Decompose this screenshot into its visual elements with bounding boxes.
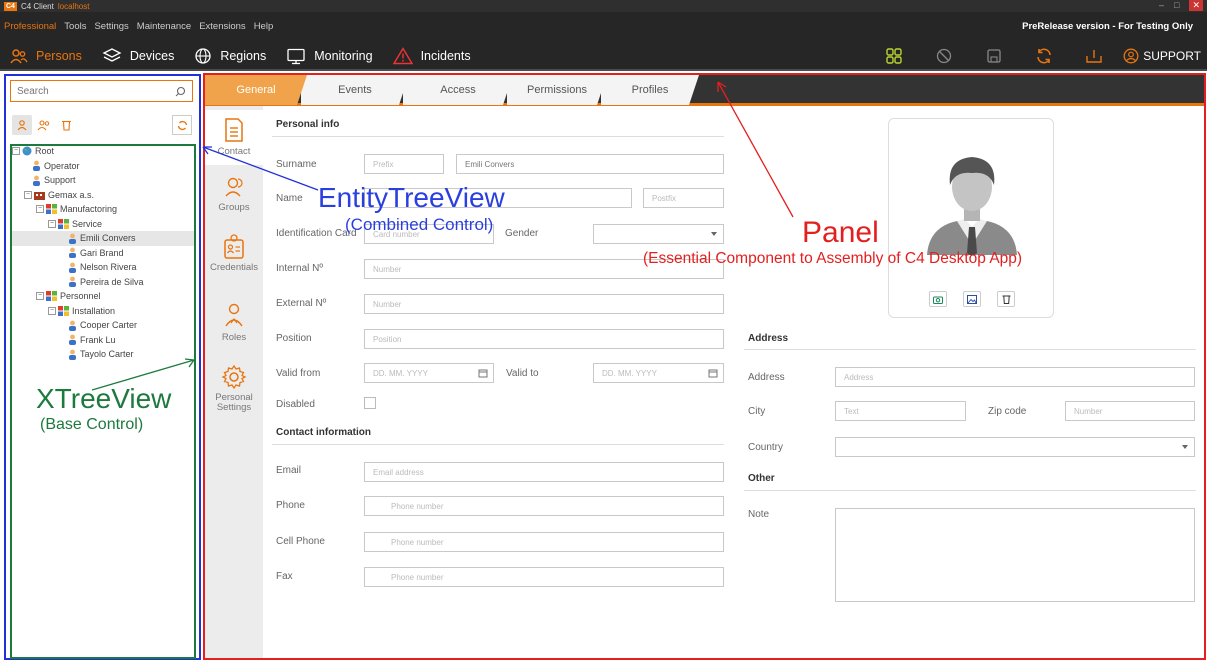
annotation-entity-subtitle: (Combined Control)	[345, 215, 494, 234]
import-button[interactable]	[1069, 48, 1119, 64]
close-icon[interactable]: ✕	[1189, 0, 1203, 11]
monitor-icon	[287, 48, 305, 64]
tab-access[interactable]: Access	[403, 75, 513, 105]
tray-icon	[1086, 50, 1102, 63]
app-logo: C4	[4, 1, 17, 11]
menu-settings[interactable]: Settings	[94, 21, 128, 32]
prerelease-label: PreRelease version - For Testing Only	[1022, 21, 1193, 32]
dashboard-button[interactable]	[869, 47, 919, 65]
toolbar-incidents[interactable]: Incidents	[383, 41, 481, 71]
devices-icon	[102, 48, 122, 62]
panel-outline	[203, 73, 1206, 660]
menu-extensions[interactable]: Extensions	[199, 21, 245, 32]
menu-maintenance[interactable]: Maintenance	[137, 21, 191, 32]
main-toolbar: Persons Devices Regions Monitoring Incid…	[0, 41, 1207, 71]
annotation-panel: Panel	[802, 216, 879, 249]
maximize-icon[interactable]: □	[1174, 0, 1179, 11]
toolbar-devices[interactable]: Devices	[92, 41, 184, 71]
menu-bar: Professional Tools Settings Maintenance …	[0, 12, 1207, 41]
menu-professional[interactable]: Professional	[4, 21, 56, 32]
grid-icon	[886, 48, 902, 64]
save-button[interactable]	[969, 48, 1019, 64]
menu-tools[interactable]: Tools	[64, 21, 86, 32]
persons-icon	[10, 49, 28, 64]
toolbar-regions[interactable]: Regions	[184, 41, 276, 71]
menu-help[interactable]: Help	[254, 21, 274, 32]
toolbar-underline	[0, 69, 1207, 71]
refresh-button[interactable]	[1019, 47, 1069, 65]
minimize-icon[interactable]: –	[1159, 0, 1164, 11]
toolbar-actions: SUPPORT	[869, 41, 1201, 71]
annotation-panel-subtitle: (Essential Component to Assembly of C4 D…	[643, 250, 1023, 267]
annotation-entity-tree-view: EntityTreeView	[318, 182, 505, 213]
refresh-icon	[1037, 48, 1052, 64]
block-icon	[937, 48, 952, 64]
title-bar: C4 C4 Client localhost – □ ✕	[0, 0, 1207, 12]
tab-events[interactable]: Events	[301, 75, 409, 105]
app-title: C4 Client	[20, 1, 54, 11]
globe-icon	[195, 48, 211, 64]
window-controls: – □ ✕	[1159, 0, 1203, 11]
save-icon	[987, 49, 1001, 63]
annotation-xtree-view: XTreeView	[36, 383, 172, 414]
tab-permissions[interactable]: Permissions	[507, 75, 607, 105]
user-circle-icon	[1123, 48, 1139, 64]
toolbar-monitoring[interactable]: Monitoring	[276, 41, 382, 71]
annotation-xtree-subtitle: (Base Control)	[40, 416, 144, 433]
host-name: localhost	[57, 1, 90, 11]
cancel-button[interactable]	[919, 48, 969, 64]
warning-icon	[392, 47, 413, 65]
tab-profiles[interactable]: Profiles	[601, 75, 699, 105]
tab-general[interactable]: General	[205, 75, 307, 105]
toolbar-persons[interactable]: Persons	[0, 41, 92, 71]
user-menu[interactable]: SUPPORT	[1123, 48, 1201, 64]
